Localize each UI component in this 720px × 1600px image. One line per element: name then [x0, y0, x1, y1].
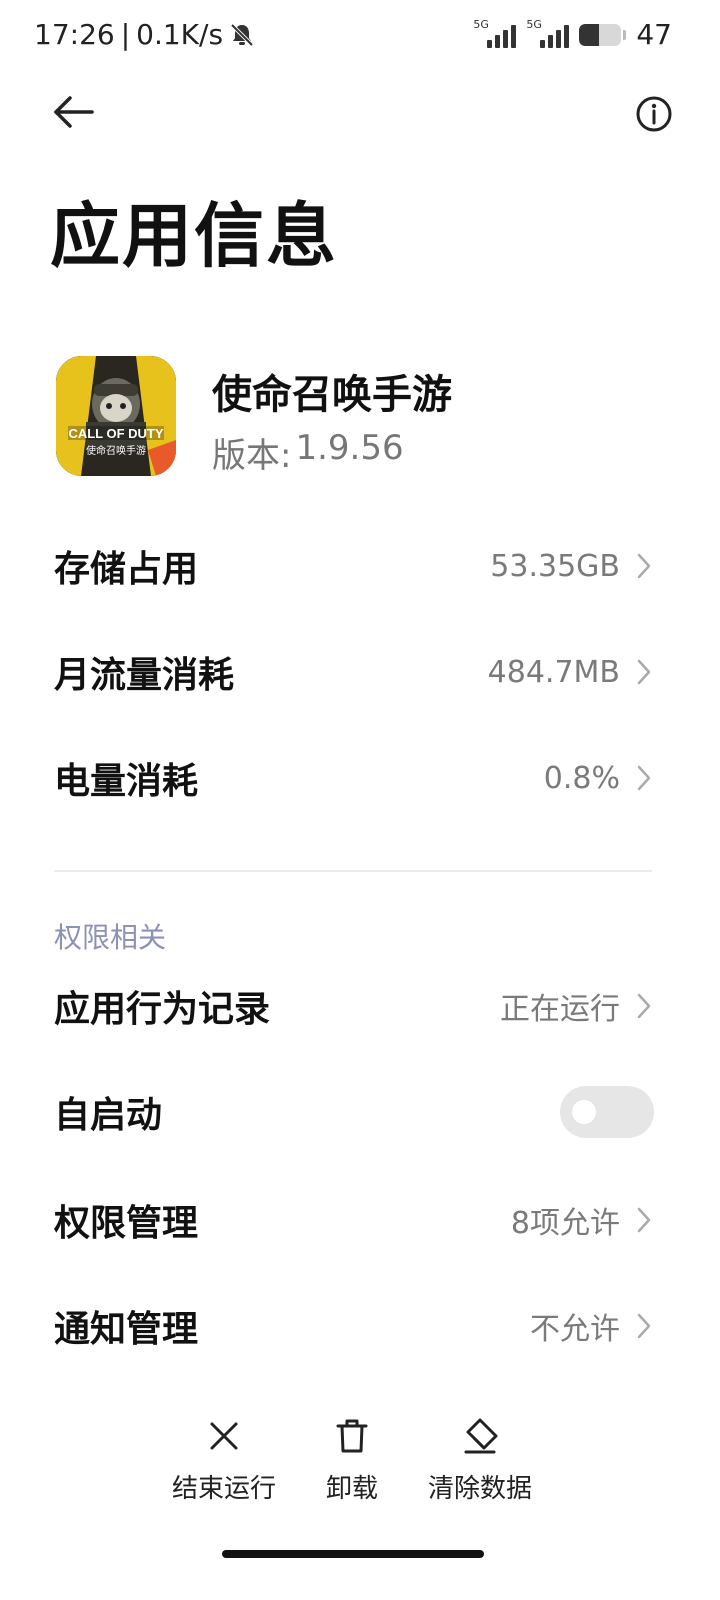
storage-usage-value: 53.35GB [490, 548, 620, 584]
app-version-label: 版本: [212, 436, 292, 476]
signal-2-icon: 5G [526, 18, 570, 48]
status-right: 5G 5G 47 [473, 18, 672, 52]
back-arrow-icon[interactable] [48, 88, 100, 136]
app-behavior-record-label: 应用行为记录 [54, 989, 271, 1030]
app-behavior-record-value: 正在运行 [500, 992, 620, 1027]
permissions-section-header: 权限相关 [54, 921, 167, 954]
battery-usage-value: 0.8% [543, 760, 620, 796]
notification-management-value: 不允许 [530, 1312, 620, 1347]
trash-icon [336, 1419, 368, 1453]
monthly-data-value: 484.7MB [487, 654, 620, 690]
chevron-right-icon [637, 993, 651, 1019]
chevron-right-icon [637, 553, 651, 579]
force-stop-label: 结束运行 [171, 1474, 276, 1504]
app-icon: CALL OF DUTY 使命召唤手游 [56, 356, 176, 476]
chevron-right-icon [637, 1207, 651, 1233]
signal-1-icon: 5G [473, 18, 517, 48]
force-stop-button[interactable]: 结束运行 [154, 1416, 294, 1505]
autostart-label: 自启动 [54, 1095, 163, 1136]
eraser-icon [464, 1418, 498, 1454]
status-time: 17:26 [34, 18, 115, 51]
battery-icon [579, 23, 622, 46]
network-speed: 0.1K/s [136, 18, 224, 51]
notification-management-label: 通知管理 [54, 1309, 199, 1350]
autostart-row: 自启动 [0, 1062, 720, 1162]
monthly-data-row[interactable]: 月流量消耗 484.7MB [0, 622, 720, 722]
permission-management-row[interactable]: 权限管理 8项允许 [0, 1170, 720, 1270]
app-icon-title: CALL OF DUTY [68, 426, 164, 441]
home-indicator[interactable] [222, 1550, 484, 1558]
notification-muted-icon [230, 23, 254, 46]
battery-level: 47 [636, 18, 672, 51]
chevron-right-icon [637, 659, 651, 685]
signal-1-label: 5G [473, 17, 489, 31]
status-separator: | [120, 18, 131, 51]
storage-usage-label: 存储占用 [54, 549, 199, 590]
toggle-knob [572, 1100, 596, 1124]
page-title: 应用信息 [50, 195, 338, 277]
chevron-right-icon [637, 765, 651, 791]
bottom-action-bar: 结束运行 卸载 清除数据 [0, 1416, 720, 1526]
battery-usage-label: 电量消耗 [54, 761, 199, 802]
chevron-right-icon [637, 1313, 651, 1339]
battery-cap [623, 29, 627, 40]
signal-2-label: 5G [526, 17, 542, 31]
section-divider [54, 870, 652, 872]
status-bar: 17:26 | 0.1K/s 5G 5G 47 [0, 0, 720, 72]
uninstall-label: 卸载 [325, 1474, 378, 1504]
close-icon [210, 1422, 238, 1450]
clear-data-label: 清除数据 [427, 1474, 532, 1504]
app-name: 使命召唤手游 [212, 372, 452, 418]
permission-management-value: 8项允许 [510, 1206, 620, 1241]
app-version: 版本: 1.9.56 [212, 428, 404, 477]
monthly-data-label: 月流量消耗 [54, 655, 235, 696]
permission-management-label: 权限管理 [54, 1203, 199, 1244]
status-left: 17:26 | 0.1K/s [34, 18, 255, 51]
battery-usage-row[interactable]: 电量消耗 0.8% [0, 728, 720, 828]
app-version-number: 1.9.56 [295, 428, 404, 468]
app-icon-subtitle: 使命召唤手游 [86, 446, 146, 457]
autostart-toggle[interactable] [560, 1086, 654, 1138]
storage-usage-row[interactable]: 存储占用 53.35GB [0, 516, 720, 616]
notification-management-row[interactable]: 通知管理 不允许 [0, 1276, 720, 1376]
clear-data-button[interactable]: 清除数据 [410, 1416, 550, 1505]
app-behavior-record-row[interactable]: 应用行为记录 正在运行 [0, 956, 720, 1056]
info-icon[interactable] [628, 88, 680, 140]
uninstall-button[interactable]: 卸载 [282, 1416, 422, 1505]
